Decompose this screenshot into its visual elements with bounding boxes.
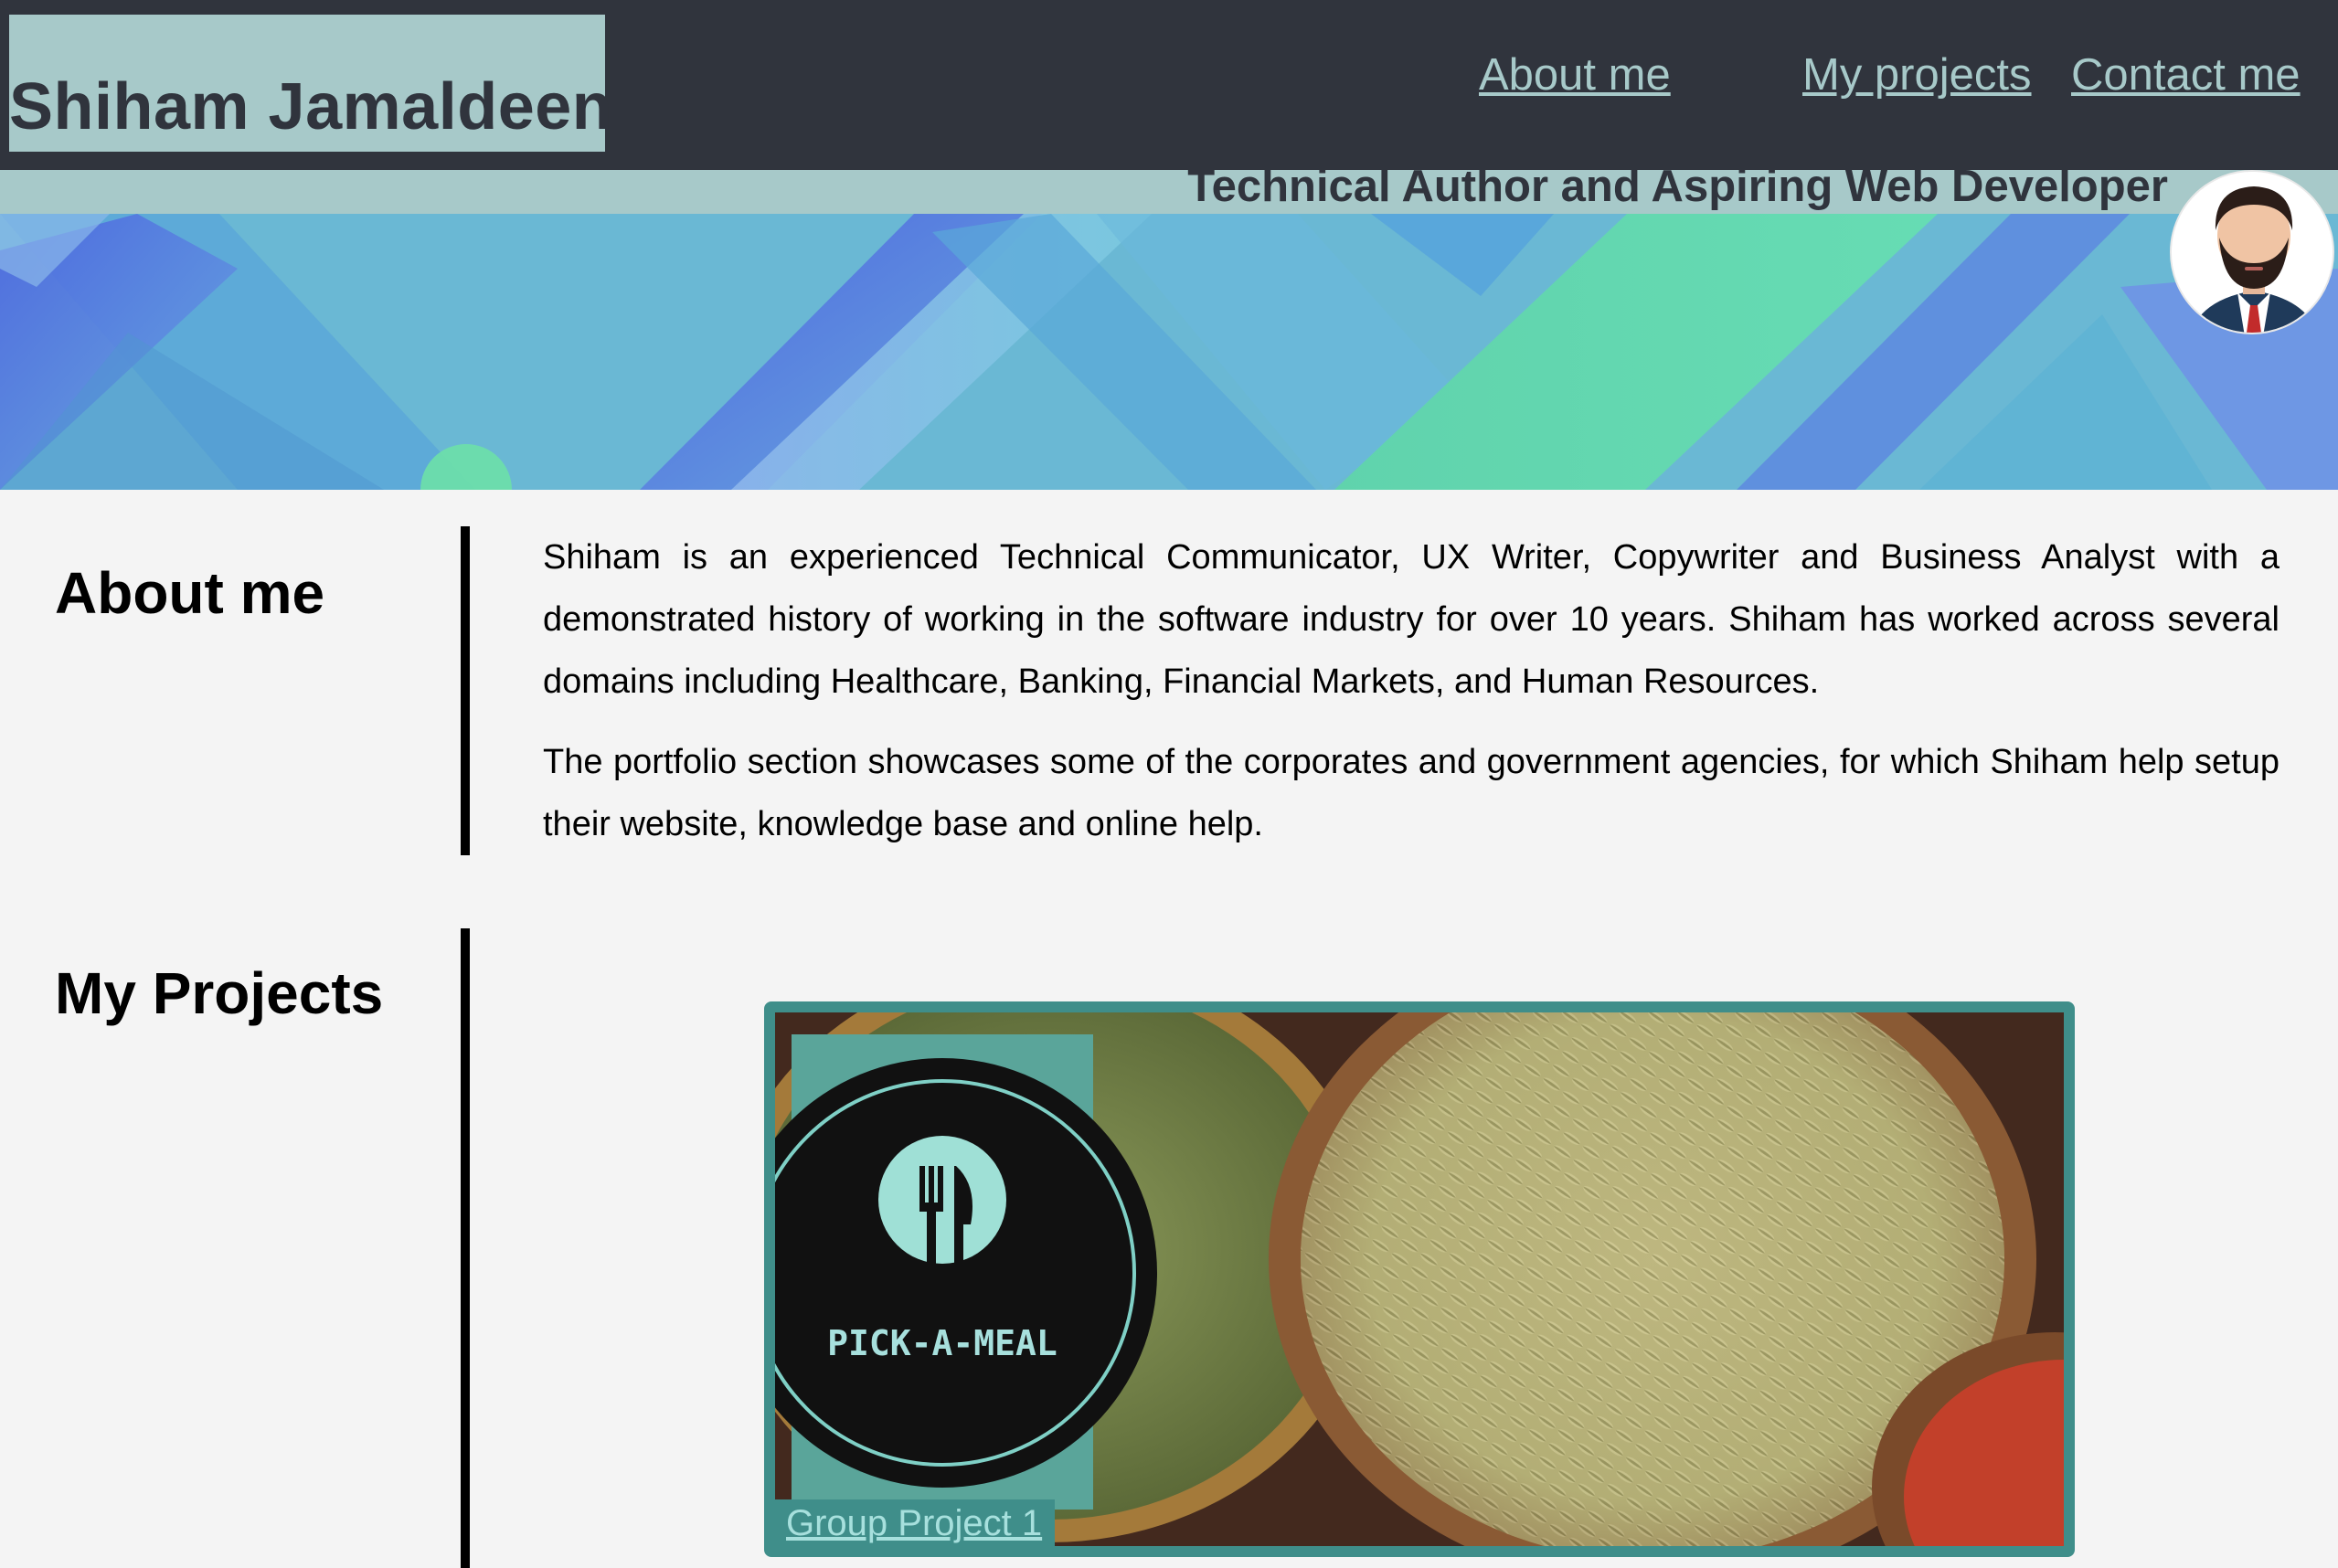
project-logo-text: PICK-A-MEAL — [827, 1323, 1057, 1363]
about-body: Shiham is an experienced Technical Commu… — [543, 526, 2280, 874]
project-thumbnail: PICK-A-MEAL — [775, 1012, 2064, 1546]
tagline: Technical Author and Aspiring Web Develo… — [1187, 162, 2168, 211]
projects-heading: My Projects — [55, 960, 384, 1026]
about-heading: About me — [55, 560, 325, 626]
project-card[interactable]: PICK-A-MEAL Group Project 1 — [764, 1001, 2075, 1557]
nav-link-about-me[interactable]: About me — [1479, 49, 1671, 101]
hero-banner — [0, 214, 2338, 490]
banner-pattern — [0, 214, 2338, 490]
site-header: Shiham Jamaldeen About me My projects Co… — [0, 0, 2338, 170]
about-divider — [461, 526, 470, 855]
about-paragraph-2: The portfolio section showcases some of … — [543, 743, 2280, 843]
nav-link-contact-me[interactable]: Contact me — [2071, 49, 2301, 101]
avatar-illustration — [2172, 172, 2333, 333]
main-nav: About me My projects Contact me — [1241, 49, 2338, 113]
project-caption-link[interactable]: Group Project 1 — [775, 1499, 1056, 1546]
about-paragraph-1: Shiham is an experienced Technical Commu… — [543, 538, 2280, 701]
brand-name: Shiham Jamaldeen — [9, 70, 613, 143]
profile-avatar — [2170, 170, 2334, 334]
projects-divider — [461, 928, 470, 1568]
brand-box: Shiham Jamaldeen — [9, 15, 612, 152]
nav-link-my-projects[interactable]: My projects — [1802, 49, 2032, 101]
